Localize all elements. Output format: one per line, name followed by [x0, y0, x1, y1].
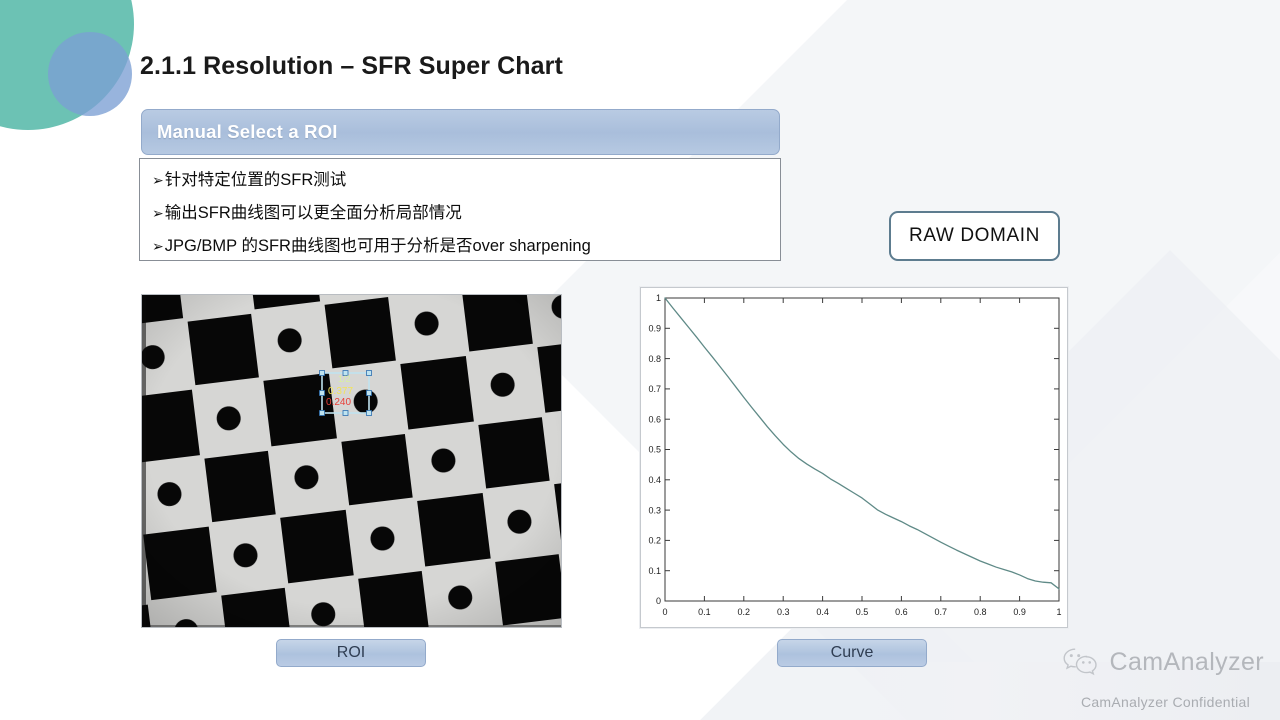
sfr-curve-svg: 0 0.1 0.2 0.3 0.4 0.5 0.6 0.7 0.8 0.9 1 0 0.1 0.2 0.3 0…: [648, 293, 1061, 617]
svg-text:0.8: 0.8: [648, 354, 661, 364]
svg-text:0.3: 0.3: [777, 607, 790, 617]
brand-name: CamAnalyzer: [1109, 647, 1264, 676]
decorative-blue-circle: [48, 32, 132, 116]
svg-text:0.3: 0.3: [648, 505, 661, 515]
roi-value-top: 1/2: [338, 374, 351, 384]
roi-value-bottom: 0.240: [326, 397, 351, 408]
section-banner: Manual Select a ROI: [141, 109, 780, 155]
roi-image-inner: 1/2 0.377 0.240: [142, 295, 561, 627]
svg-text:1: 1: [1056, 607, 1061, 617]
svg-text:0.7: 0.7: [935, 607, 948, 617]
roi-caption-label: ROI: [336, 644, 366, 661]
svg-text:0.6: 0.6: [895, 607, 908, 617]
sfr-super-chart-pattern: 1/2 0.377 0.240: [142, 295, 561, 627]
svg-text:0.1: 0.1: [698, 607, 711, 617]
curve-caption-button[interactable]: Curve: [777, 639, 927, 667]
svg-text:0: 0: [656, 596, 661, 606]
svg-text:0.8: 0.8: [974, 607, 987, 617]
svg-text:0.2: 0.2: [738, 607, 751, 617]
list-item: ➢ 针对特定位置的SFR测试: [152, 166, 780, 199]
svg-text:0.4: 0.4: [816, 607, 829, 617]
bullet-arrow-icon: ➢: [152, 172, 164, 188]
svg-text:0: 0: [662, 607, 667, 617]
svg-text:0.9: 0.9: [1013, 607, 1026, 617]
roi-value-mid: 0.377: [328, 386, 353, 397]
svg-text:0.4: 0.4: [648, 475, 661, 485]
svg-text:0.2: 0.2: [648, 536, 661, 546]
wechat-icon: [1063, 648, 1097, 676]
curve-caption-label: Curve: [830, 644, 874, 661]
bullet-text: 针对特定位置的SFR测试: [164, 171, 347, 189]
bullet-arrow-icon: ➢: [152, 205, 164, 221]
sfr-curve-plot: 0 0.1 0.2 0.3 0.4 0.5 0.6 0.7 0.8 0.9 1 0 0.1 0.2 0.3 0…: [640, 287, 1068, 628]
brand-watermark: CamAnalyzer: [1061, 646, 1264, 678]
section-banner-label: Manual Select a ROI: [157, 121, 338, 142]
raw-domain-label: RAW DOMAIN: [909, 225, 1040, 246]
svg-text:0.9: 0.9: [648, 324, 661, 334]
raw-domain-badge: RAW DOMAIN: [889, 211, 1060, 261]
svg-text:0.5: 0.5: [648, 445, 661, 455]
bullet-text: 输出SFR曲线图可以更全面分析局部情况: [164, 204, 462, 222]
list-item: ➢ 输出SFR曲线图可以更全面分析局部情况: [152, 199, 780, 232]
confidential-notice: CamAnalyzer Confidential: [1080, 694, 1250, 710]
bullet-arrow-icon: ➢: [152, 238, 164, 254]
page-title: 2.1.1 Resolution – SFR Super Chart: [140, 52, 563, 80]
svg-text:0.5: 0.5: [856, 607, 869, 617]
bullet-text: JPG/BMP 的SFR曲线图也可用于分析是否over sharpening: [164, 237, 591, 255]
slide-canvas: 2.1.1 Resolution – SFR Super Chart Manua…: [0, 0, 1280, 720]
bullet-list-box: ➢ 针对特定位置的SFR测试 ➢ 输出SFR曲线图可以更全面分析局部情况 ➢ J…: [139, 158, 781, 261]
svg-text:0.7: 0.7: [648, 384, 661, 394]
roi-caption-button[interactable]: ROI: [276, 639, 426, 667]
svg-text:0.6: 0.6: [648, 414, 661, 424]
svg-text:0.1: 0.1: [648, 566, 661, 576]
svg-text:1: 1: [656, 293, 661, 303]
roi-sample-image: 1/2 0.377 0.240: [141, 294, 562, 628]
list-item: ➢ JPG/BMP 的SFR曲线图也可用于分析是否over sharpening: [152, 232, 780, 265]
